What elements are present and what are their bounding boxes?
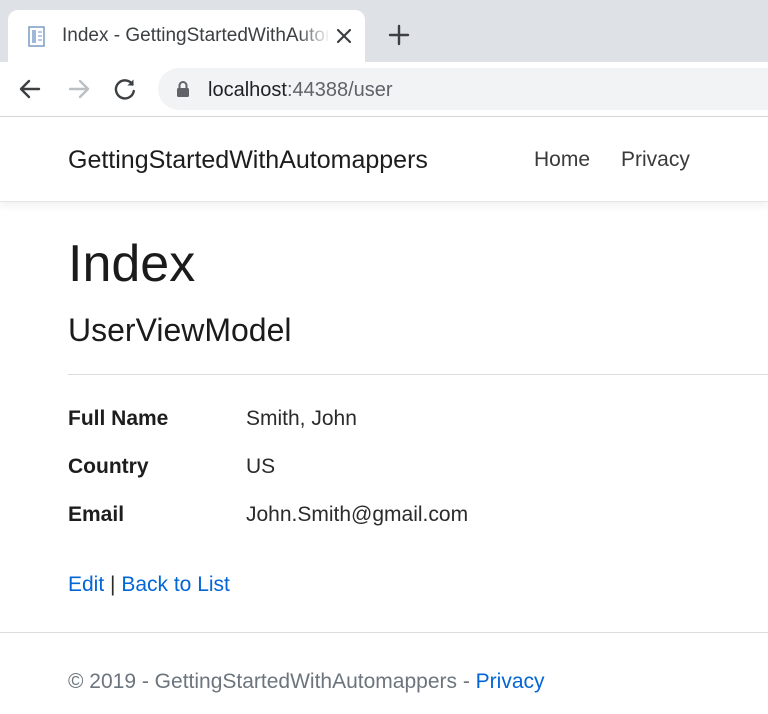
browser-tab[interactable]: Index - GettingStartedWithAutomappers <box>8 10 365 62</box>
url-text[interactable]: localhost:44388/user <box>208 78 393 102</box>
tab-title: Index - GettingStartedWithAutomappers <box>62 24 330 48</box>
detail-term-email: Email <box>68 502 124 528</box>
footer-privacy-link[interactable]: Privacy <box>476 670 545 693</box>
detail-value-full-name: Smith, John <box>246 406 357 432</box>
detail-value-country: US <box>246 454 275 480</box>
divider <box>68 374 768 375</box>
lock-icon[interactable] <box>176 80 190 98</box>
page-title: Index <box>68 232 195 296</box>
footer-text: © 2019 - GettingStartedWithAutomappers - <box>68 670 476 693</box>
link-separator: | <box>110 573 121 596</box>
address-bar[interactable]: localhost:44388/user <box>158 68 768 110</box>
navbar-brand[interactable]: GettingStartedWithAutomappers <box>68 145 428 175</box>
edit-link[interactable]: Edit <box>68 573 104 596</box>
detail-value-email: John.Smith@gmail.com <box>246 502 468 528</box>
url-path: :44388/user <box>287 79 393 101</box>
browser-toolbar: localhost:44388/user <box>0 62 768 117</box>
back-arrow-icon[interactable] <box>17 76 43 102</box>
footer-divider <box>0 632 768 633</box>
reload-icon[interactable] <box>112 76 138 102</box>
detail-term-country: Country <box>68 454 149 480</box>
back-to-list-link[interactable]: Back to List <box>121 573 230 596</box>
action-links: Edit | Back to List <box>68 572 230 598</box>
browser-tabstrip: Index - GettingStartedWithAutomappers <box>0 0 768 62</box>
forward-arrow-icon[interactable] <box>66 76 92 102</box>
detail-term-full-name: Full Name <box>68 406 168 432</box>
nav-link-privacy[interactable]: Privacy <box>621 147 690 173</box>
tab-close-icon[interactable] <box>332 24 356 48</box>
footer: © 2019 - GettingStartedWithAutomappers -… <box>68 669 545 695</box>
new-tab-plus-icon[interactable] <box>386 22 412 48</box>
site-navbar: GettingStartedWithAutomappers Home Priva… <box>0 117 768 202</box>
url-host: localhost <box>208 79 287 101</box>
page-favicon-icon <box>28 26 48 48</box>
model-heading: UserViewModel <box>68 310 292 350</box>
nav-link-home[interactable]: Home <box>534 147 590 173</box>
